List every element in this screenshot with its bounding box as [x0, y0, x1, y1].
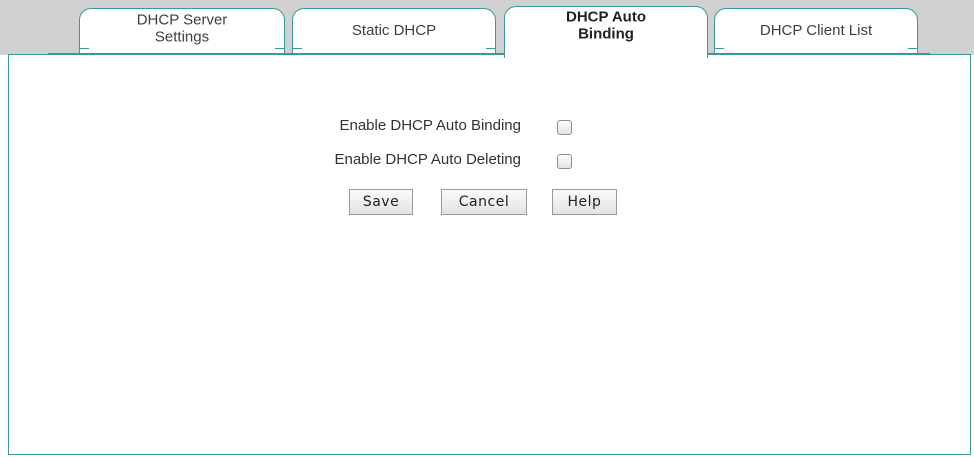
auto-binding-label: Enable DHCP Auto Binding — [339, 117, 521, 134]
auto-binding-checkbox[interactable] — [557, 120, 572, 135]
cancel-button[interactable]: Cancel — [441, 189, 527, 215]
tab-label: DHCP Server Settings — [136, 11, 228, 46]
tab-dhcp-client-list[interactable]: DHCP Client List — [714, 8, 918, 55]
auto-deleting-label: Enable DHCP Auto Deleting — [334, 151, 521, 168]
tab-dhcp-auto-binding[interactable]: DHCP Auto Binding — [504, 6, 708, 58]
tab-underline-right — [708, 53, 930, 55]
tab-label: DHCP Auto Binding — [566, 8, 646, 43]
tab-dhcp-server-settings[interactable]: DHCP Server Settings — [79, 8, 285, 55]
tab-static-dhcp[interactable]: Static DHCP — [292, 8, 496, 55]
tab-label: Static DHCP — [351, 21, 437, 39]
auto-deleting-checkbox[interactable] — [557, 154, 572, 169]
tab-underline-left — [48, 53, 505, 55]
save-button[interactable]: Save — [349, 189, 413, 215]
help-button[interactable]: Help — [552, 189, 617, 215]
tab-label: DHCP Client List — [759, 21, 873, 39]
content-panel: Enable DHCP Auto Binding Enable DHCP Aut… — [8, 54, 971, 455]
